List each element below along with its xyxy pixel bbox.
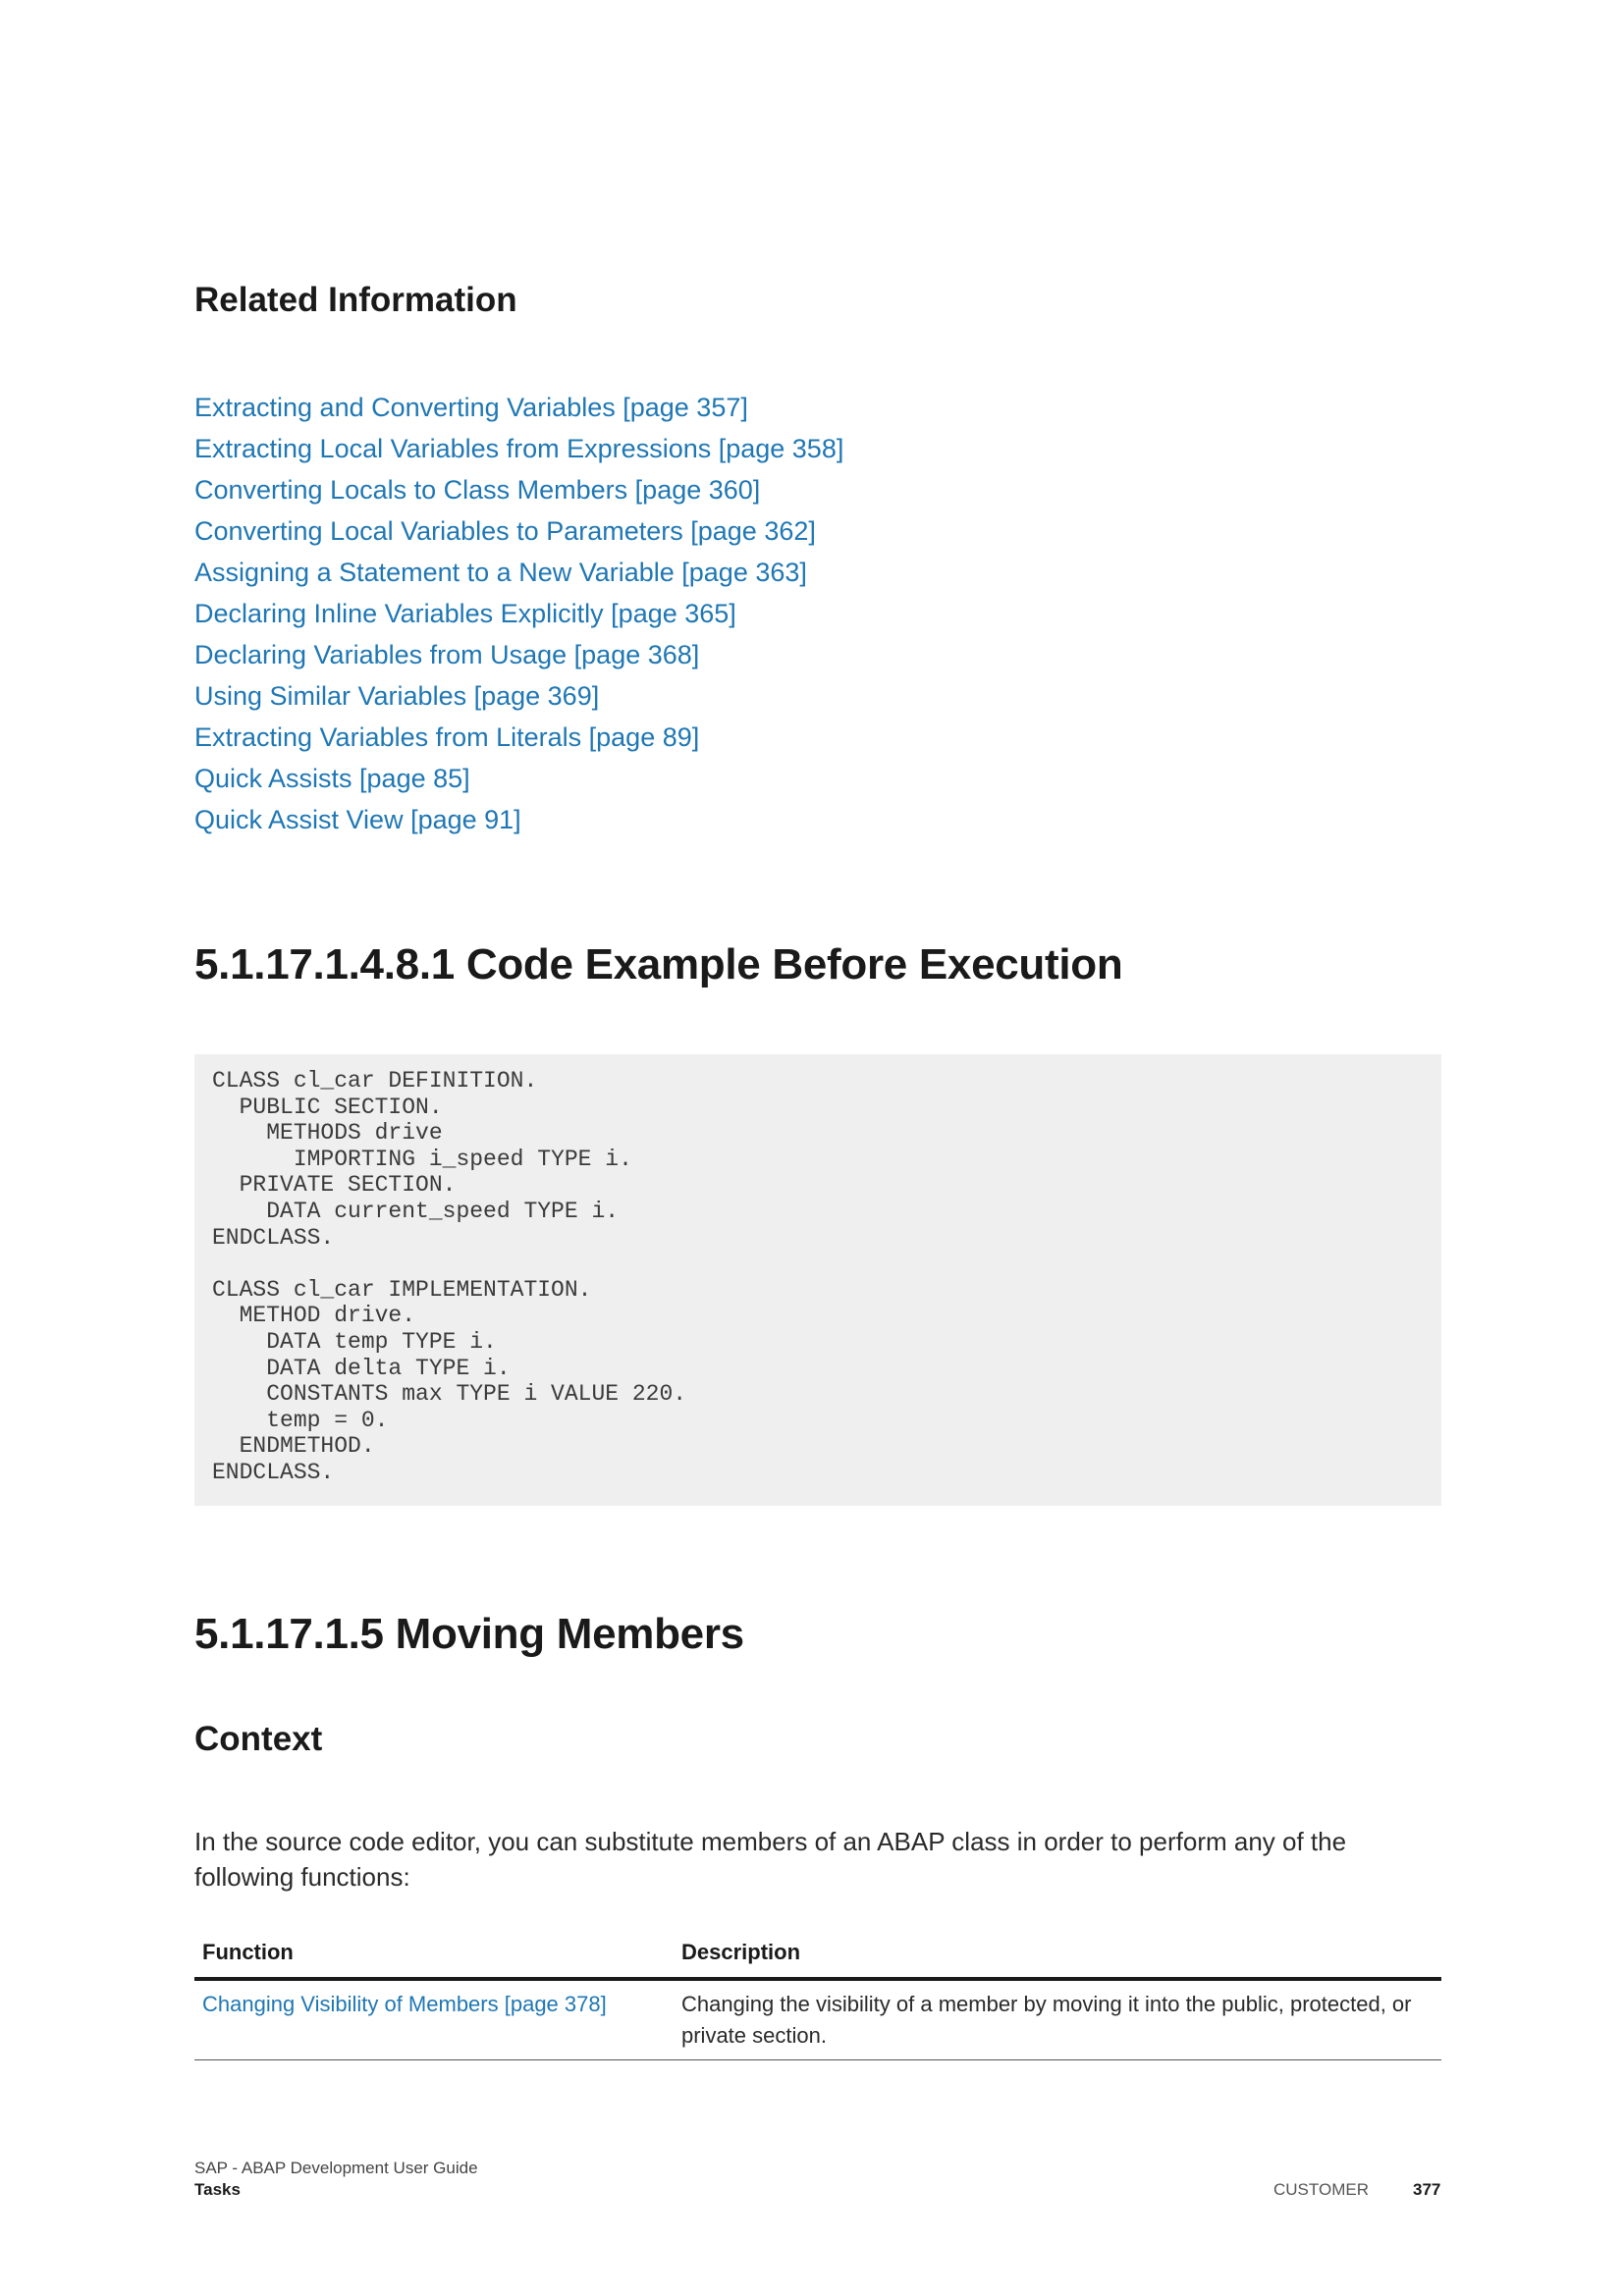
code-example-heading: 5.1.17.1.4.8.1 Code Example Before Execu… — [194, 940, 1123, 988]
function-cell: Changing Visibility of Members [page 378… — [194, 1979, 674, 2060]
list-item: Quick Assists [page 85] — [194, 758, 843, 799]
description-cell: Changing the visibility of a member by m… — [674, 1979, 1441, 2060]
related-link[interactable]: Using Similar Variables [page 369] — [194, 681, 599, 711]
related-link[interactable]: Extracting Variables from Literals [page… — [194, 722, 699, 752]
footer-doc-title: SAP - ABAP Development User Guide — [194, 2159, 478, 2177]
related-information-heading: Related Information — [194, 281, 517, 319]
footer-chapter: Tasks — [194, 2180, 241, 2199]
related-link[interactable]: Declaring Inline Variables Explicitly [p… — [194, 599, 736, 628]
list-item: Declaring Variables from Usage [page 368… — [194, 634, 843, 675]
table-header-row: Function Description — [194, 1930, 1441, 1981]
code-text: CLASS cl_car DEFINITION. PUBLIC SECTION.… — [212, 1068, 687, 1485]
related-links-list: Extracting and Converting Variables [pag… — [194, 387, 843, 840]
footer-left: SAP - ABAP Development User Guide Tasks — [194, 2158, 478, 2201]
list-item: Using Similar Variables [page 369] — [194, 675, 843, 717]
column-header-description: Description — [674, 1930, 1441, 1981]
column-header-function: Function — [194, 1930, 674, 1981]
code-block: CLASS cl_car DEFINITION. PUBLIC SECTION.… — [194, 1054, 1441, 1506]
list-item: Assigning a Statement to a New Variable … — [194, 552, 843, 593]
context-heading: Context — [194, 1720, 323, 1758]
related-link[interactable]: Extracting and Converting Variables [pag… — [194, 393, 748, 422]
context-paragraph: In the source code editor, you can subst… — [194, 1827, 1347, 1892]
related-link[interactable]: Extracting Local Variables from Expressi… — [194, 434, 843, 463]
related-link[interactable]: Quick Assists [page 85] — [194, 764, 470, 793]
list-item: Converting Locals to Class Members [page… — [194, 469, 843, 510]
list-item: Extracting Variables from Literals [page… — [194, 717, 843, 758]
list-item: Declaring Inline Variables Explicitly [p… — [194, 593, 843, 634]
list-item: Converting Local Variables to Parameters… — [194, 510, 843, 552]
function-link[interactable]: Changing Visibility of Members [page 378… — [202, 1992, 607, 2016]
page-number: 377 — [1413, 2180, 1441, 2199]
related-link[interactable]: Converting Local Variables to Parameters… — [194, 516, 816, 546]
footer-classification: CUSTOMER — [1273, 2180, 1369, 2199]
list-item: Quick Assist View [page 91] — [194, 799, 843, 840]
related-link[interactable]: Declaring Variables from Usage [page 368… — [194, 640, 699, 669]
related-link[interactable]: Assigning a Statement to a New Variable … — [194, 558, 807, 587]
table-row: Changing Visibility of Members [page 378… — [194, 1979, 1441, 2060]
list-item: Extracting and Converting Variables [pag… — [194, 387, 843, 428]
related-link[interactable]: Converting Locals to Class Members [page… — [194, 475, 760, 505]
related-link[interactable]: Quick Assist View [page 91] — [194, 805, 521, 834]
functions-table: Function Description Changing Visibility… — [194, 1930, 1441, 2060]
moving-members-heading: 5.1.17.1.5 Moving Members — [194, 1610, 744, 1658]
list-item: Extracting Local Variables from Expressi… — [194, 428, 843, 469]
